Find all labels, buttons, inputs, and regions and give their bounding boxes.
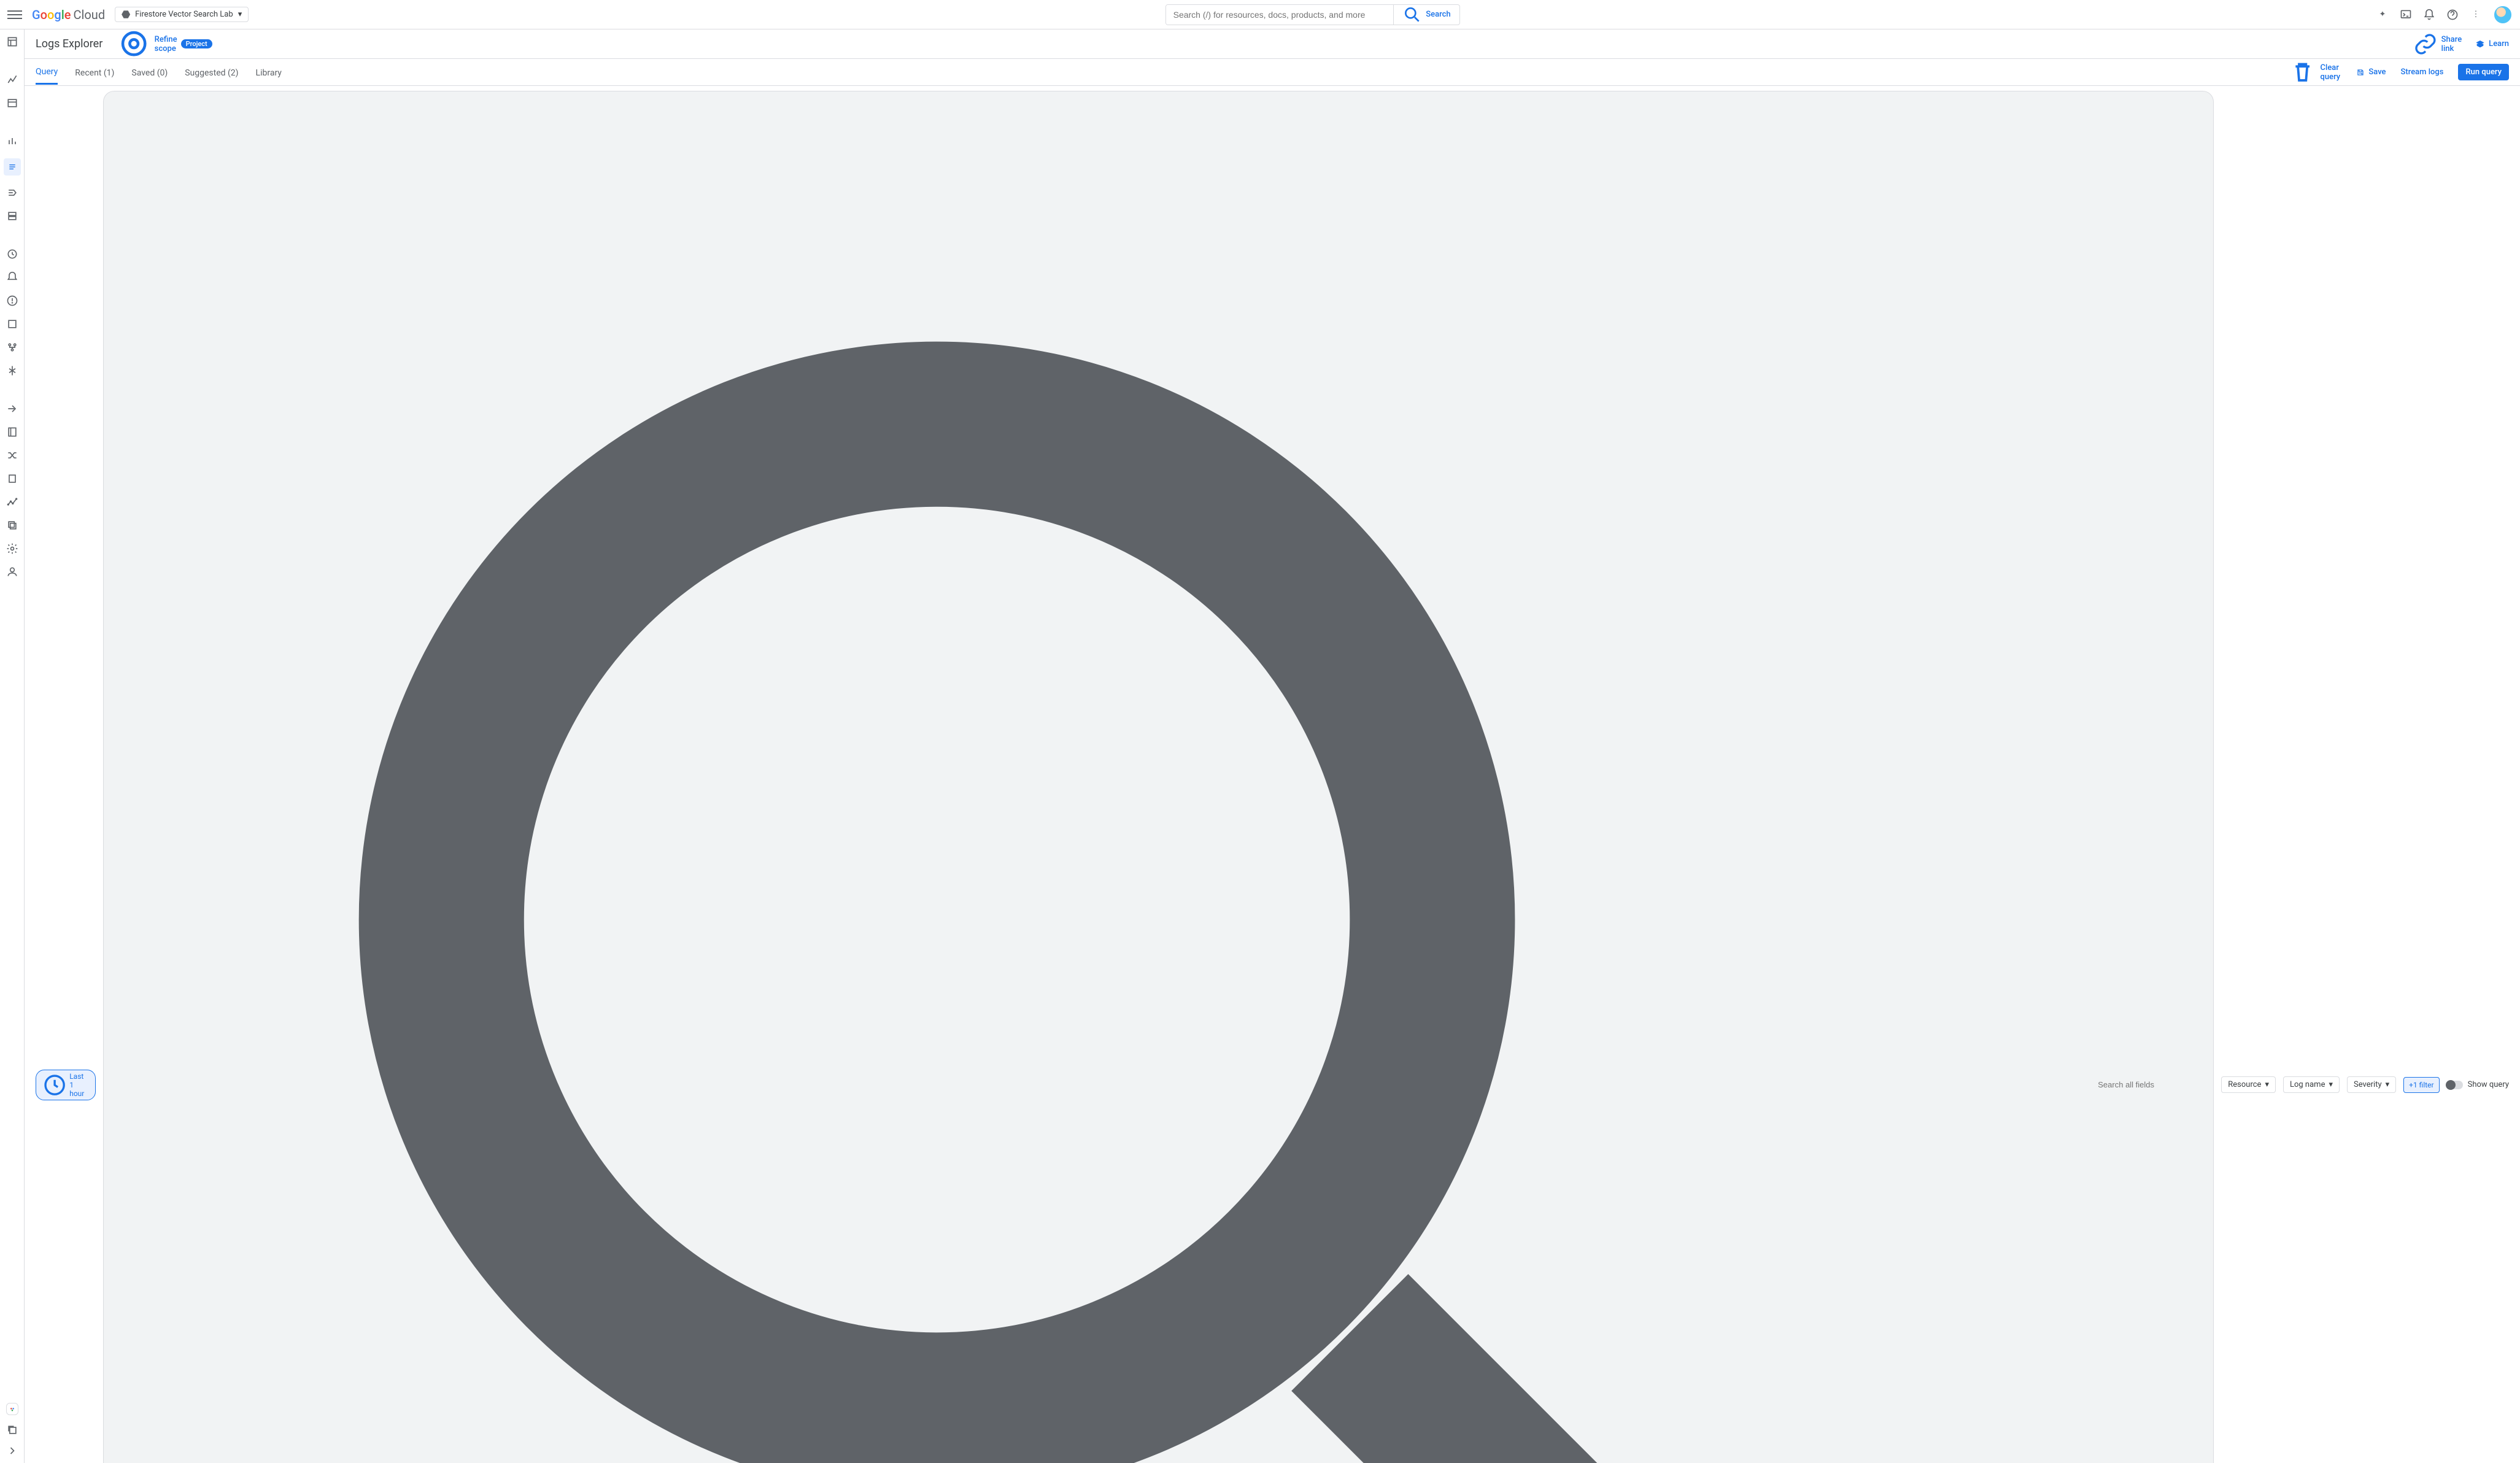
severity-filter[interactable]: Severity ▾ [2347, 1076, 2396, 1093]
tab-library[interactable]: Library [256, 68, 282, 84]
cloud-shell-icon[interactable] [2400, 9, 2412, 21]
rail-explorer-icon[interactable] [6, 97, 18, 109]
clock-icon [42, 1073, 67, 1097]
tab-suggested[interactable]: Suggested (2) [185, 68, 238, 84]
rail-copy-icon[interactable] [6, 519, 18, 531]
rail-alerting-icon[interactable] [6, 271, 18, 284]
share-label: Share link [2441, 35, 2462, 53]
chevron-down-icon: ▾ [238, 10, 242, 19]
tab-recent[interactable]: Recent (1) [75, 68, 114, 84]
rail-metrics-icon[interactable] [6, 74, 18, 86]
learn-icon [2475, 39, 2485, 49]
rail-trace-icon[interactable] [6, 341, 18, 353]
rail-logs-router-icon[interactable] [6, 187, 18, 199]
rail-integrations-icon[interactable] [6, 1403, 18, 1415]
trash-icon [2289, 58, 2316, 86]
rail-chart-icon[interactable] [6, 135, 18, 147]
search-icon [111, 94, 2093, 1463]
main: Logs Explorer Refine scope Project Share… [25, 29, 2520, 1463]
tab-query[interactable]: Query [36, 67, 58, 85]
menu-icon[interactable] [7, 7, 22, 22]
gemini-icon[interactable]: ✦ [2376, 9, 2389, 21]
rail-person-icon[interactable] [6, 566, 18, 578]
filter-bar: Last 1 hour Resource ▾ Log name ▾ Severi… [25, 86, 2520, 1463]
rail-book-icon[interactable] [6, 426, 18, 438]
rail-uptime-icon[interactable] [6, 318, 18, 330]
more-icon[interactable]: ⋮ [2470, 9, 2482, 21]
search-icon [1402, 5, 1422, 25]
project-name: Firestore Vector Search Lab [135, 10, 233, 19]
clear-query[interactable]: Clear query [2289, 58, 2341, 86]
save-query[interactable]: Save [2356, 68, 2386, 77]
toggle-icon [2447, 1081, 2463, 1089]
left-rail [0, 29, 25, 1463]
global-search-input[interactable] [1166, 5, 1394, 25]
rail-dashboard-icon[interactable] [6, 36, 18, 48]
help-icon[interactable] [2446, 9, 2459, 21]
run-query-button[interactable]: Run query [2458, 64, 2509, 80]
target-icon [117, 29, 150, 61]
resource-label: Resource [2228, 1080, 2261, 1089]
learn-label: Learn [2489, 39, 2509, 48]
rail-slo-icon[interactable] [6, 248, 18, 260]
logo-cloud-text: Cloud [74, 7, 106, 22]
stream-logs[interactable]: Stream logs [2401, 68, 2444, 77]
subheader: Logs Explorer Refine scope Project Share… [25, 29, 2520, 59]
rail-error-icon[interactable] [6, 295, 18, 307]
logname-filter[interactable]: Log name ▾ [2283, 1076, 2340, 1093]
scope-badge: Project [181, 39, 212, 48]
rail-profiler-icon[interactable] [6, 365, 18, 377]
refine-label: Refine scope [155, 35, 177, 53]
rail-copy2-icon[interactable] [6, 1424, 18, 1436]
rail-logs-storage-icon[interactable] [6, 210, 18, 222]
rail-expand-icon[interactable] [6, 1445, 18, 1457]
save-label: Save [2368, 68, 2386, 77]
project-picker[interactable]: Firestore Vector Search Lab ▾ [115, 7, 249, 22]
time-range-chip[interactable]: Last 1 hour [36, 1070, 96, 1100]
header-icons: ✦ ⋮ [2376, 5, 2513, 25]
save-icon [2356, 68, 2365, 77]
rail-analytics-icon[interactable] [6, 496, 18, 508]
rail-shuffle-icon[interactable] [6, 449, 18, 461]
plus-filter[interactable]: +1 filter [2403, 1077, 2439, 1093]
severity-label: Severity [2354, 1080, 2382, 1089]
tabs-row: Query Recent (1) Saved (0) Suggested (2)… [25, 59, 2520, 86]
notifications-icon[interactable] [2423, 9, 2435, 21]
show-query-toggle[interactable]: Show query [2447, 1080, 2509, 1089]
global-search: Search [1165, 4, 1460, 25]
rail-settings-icon[interactable] [6, 542, 18, 555]
learn-link[interactable]: Learn [2475, 39, 2509, 49]
gcp-logo[interactable]: Google Cloud [32, 7, 105, 22]
share-link[interactable]: Share link [2413, 32, 2462, 56]
tab-saved[interactable]: Saved (0) [131, 68, 168, 84]
show-query-label: Show query [2468, 1080, 2509, 1089]
time-chip-label: Last 1 hour [69, 1072, 89, 1098]
clear-label: Clear query [2321, 63, 2342, 82]
project-hex-icon [122, 10, 130, 19]
global-search-button[interactable]: Search [1393, 5, 1459, 25]
link-icon [2413, 32, 2438, 56]
rail-logs-icon[interactable] [4, 158, 21, 176]
rail-send-icon[interactable] [6, 403, 18, 415]
search-fields [103, 91, 2214, 1463]
search-wrap: Search [258, 4, 2367, 25]
search-btn-label: Search [1426, 10, 1450, 19]
logname-label: Log name [2290, 1080, 2325, 1089]
avatar[interactable] [2493, 5, 2513, 25]
refine-scope[interactable]: Refine scope Project [117, 29, 212, 61]
rail-library-icon[interactable] [6, 473, 18, 485]
top-header: Google Cloud Firestore Vector Search Lab… [0, 0, 2520, 29]
search-fields-input[interactable] [2098, 1080, 2206, 1089]
page-title: Logs Explorer [36, 37, 102, 50]
resource-filter[interactable]: Resource ▾ [2221, 1076, 2276, 1093]
